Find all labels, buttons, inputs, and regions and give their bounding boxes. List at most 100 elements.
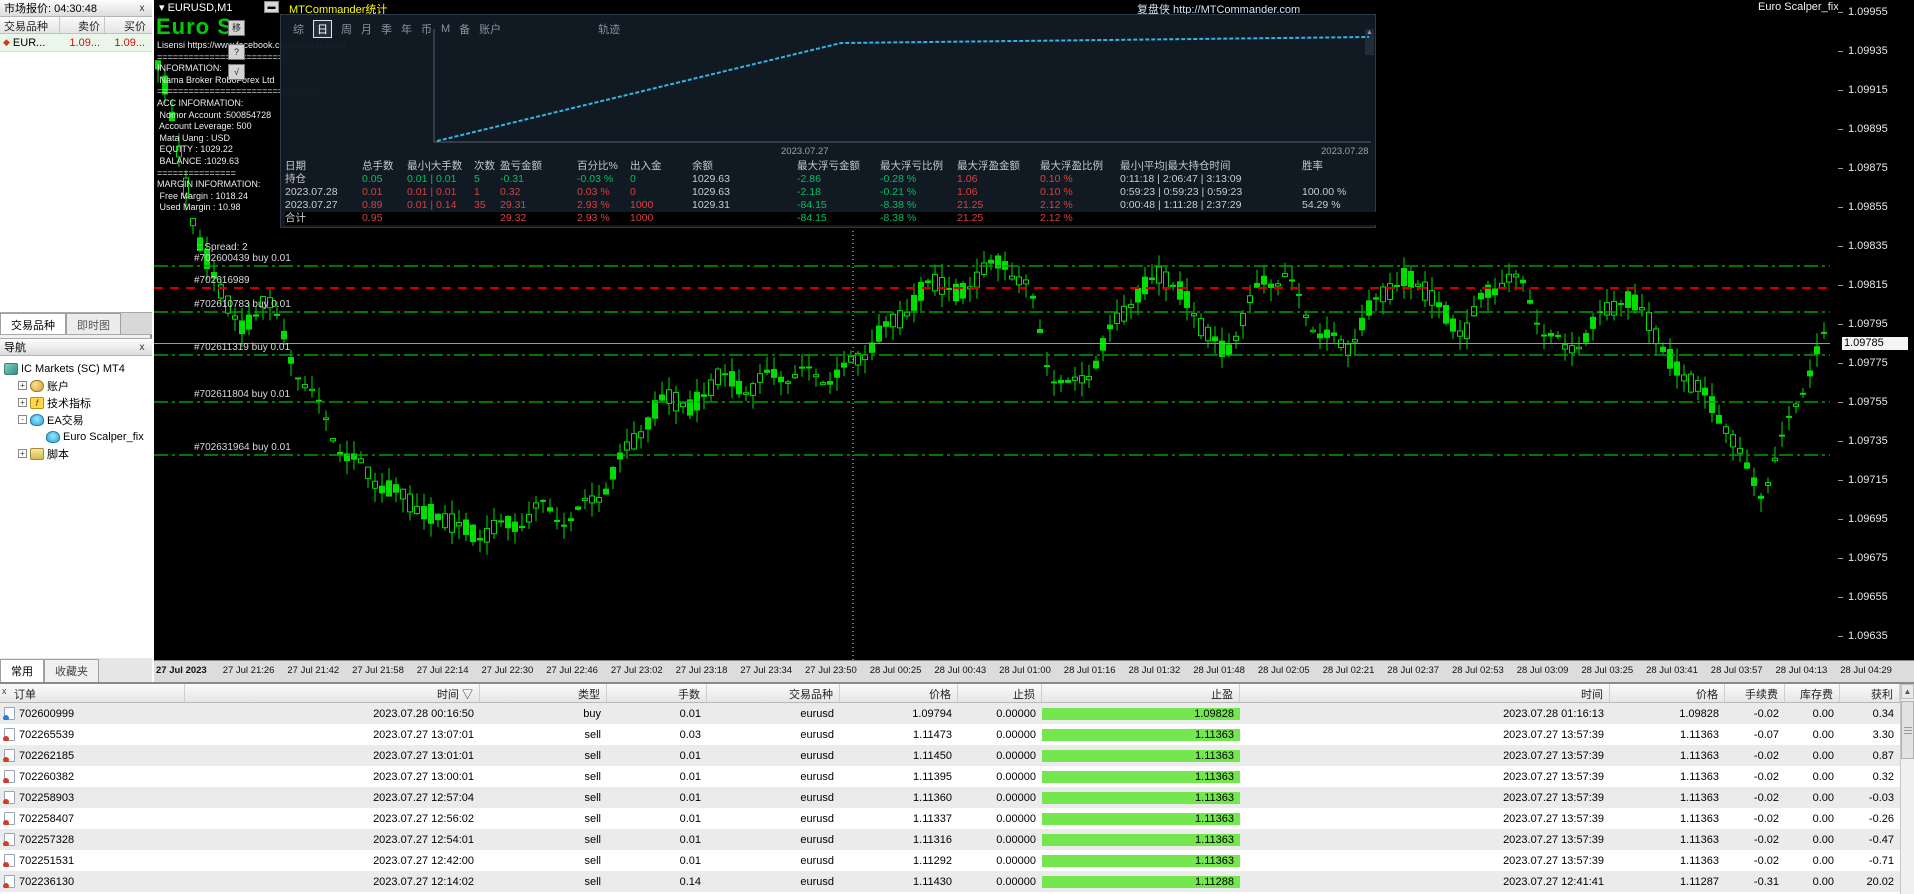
order-cell: 2023.07.27 12:41:41 [1503,875,1604,888]
order-cell: 0.34 [1872,707,1894,720]
order-cell: 1.09828 [1679,707,1719,720]
collapse-icon[interactable]: - [18,415,27,424]
stats-col-header: 最大浮亏金额 [797,160,860,172]
order-row[interactable]: 702258407 2023.07.27 12:56:02 sell 0.01 euru… [0,808,1900,829]
order-cell: 702262185 [0,749,185,762]
stats-cell: 1 [474,186,480,198]
order-row[interactable]: 702600999 2023.07.28 00:16:50 buy 0.01 eurus… [0,703,1900,724]
sell-order-icon [3,833,15,846]
orders-col-0[interactable]: 订单 [0,684,185,702]
nav-item-Euro Scalper_fix[interactable]: Euro Scalper_fix [4,428,152,445]
order-cell: 20.02 [1866,875,1894,888]
price-axis-label: 1.09915 [1848,84,1888,96]
stats-col-header: 出入金 [630,160,662,172]
orders-col-12[interactable]: 获利 [1840,684,1900,702]
stats-cell: 1.06 [957,173,978,185]
orders-col-7[interactable]: 止盈 [1042,684,1240,702]
stats-panel-button-help[interactable]: ? [228,44,245,60]
order-cell: 0.00 [1812,707,1834,720]
tab-symbols[interactable]: 交易品种 [0,313,66,334]
price-axis-label: 1.09755 [1848,396,1888,408]
order-row[interactable]: 702236130 2023.07.27 12:14:02 sell 0.14 euru… [0,871,1900,892]
order-cell: 0.00 [1812,749,1834,762]
order-cell: 0.00 [1812,728,1834,741]
order-row[interactable]: 702251531 2023.07.27 12:42:00 sell 0.01 euru… [0,850,1900,871]
time-axis-label: 28 Jul 01:32 [1128,665,1181,676]
spread-label: :: Spread: 2 [196,242,248,253]
col-bid[interactable]: 卖价 [60,17,105,33]
nav-item-IC Markets (SC) MT4[interactable]: IC Markets (SC) MT4 [4,360,152,377]
order-cell: eurusd [800,707,834,720]
orders-scrollbar[interactable]: ▲ [1900,684,1914,894]
expand-icon[interactable]: + [18,449,27,458]
orders-col-4[interactable]: 交易品种 [707,684,840,702]
stats-cell: -84.15 [797,199,827,211]
navigator-close-icon[interactable]: x [136,342,148,353]
nav-item-技术指标[interactable]: + f 技术指标 [4,394,152,411]
navigator-title: 导航 [4,342,26,354]
chart-symbol-dropdown[interactable]: ▾ EURUSD,M1 [159,1,232,14]
order-cell: 0.00 [1812,854,1834,867]
price-tick [1838,51,1843,52]
col-symbol[interactable]: 交易品种 [0,17,60,33]
navigator-titlebar: 导航 x [0,339,152,356]
orders-col-5[interactable]: 价格 [840,684,958,702]
nav-item-EA交易[interactable]: - EA交易 [4,411,152,428]
terminal-close-icon[interactable]: x [2,686,7,696]
order-cell: 1.11363 [1680,812,1719,825]
market-watch-close-icon[interactable]: x [136,3,148,14]
price-tick [1838,12,1843,13]
orders-col-8[interactable]: 时间 [1240,684,1610,702]
price-axis[interactable]: 1.09955 1.09935 1.09915 1.09895 1.09875 1.098… [1838,0,1914,660]
order-line-label: #702611319 buy 0.01 [194,342,291,353]
order-row[interactable]: 702265539 2023.07.27 13:07:01 sell 0.03 euru… [0,724,1900,745]
order-cell: 2023.07.27 13:07:01 [373,728,474,741]
order-cell: 0.01 [679,707,701,720]
orders-col-11[interactable]: 库存费 [1785,684,1840,702]
buy-order-icon [3,707,15,720]
order-row[interactable]: 702257328 2023.07.27 12:54:01 sell 0.01 euru… [0,829,1900,850]
orders-col-1[interactable]: 时间 ▽ [185,684,480,702]
order-row[interactable]: 702262185 2023.07.27 13:01:01 sell 0.01 euru… [0,745,1900,766]
tab-favorites[interactable]: 收藏夹 [44,659,99,682]
order-cell: sell [584,854,601,867]
order-cell: 1.11363 [1042,749,1240,762]
orders-col-9[interactable]: 价格 [1610,684,1725,702]
nav-item-脚本[interactable]: + 脚本 [4,445,152,462]
order-cell: 0.00 [1812,812,1834,825]
stats-panel-button-move[interactable]: 移 [228,20,245,36]
time-axis-label: 27 Jul 21:26 [222,665,275,676]
order-cell: eurusd [800,791,834,804]
market-watch-row[interactable]: ◆ EUR... 1.09... 1.09... [0,34,152,52]
tab-common[interactable]: 常用 [0,659,44,682]
order-cell: -0.02 [1753,749,1779,762]
order-row[interactable]: 702258903 2023.07.27 12:57:04 sell 0.01 euru… [0,787,1900,808]
stats-overlay-panel: 综日周月季年币 M 备账户 轨迹 ▲ 2023.07.27 2023.07.28 日期… [280,14,1378,228]
orders-col-10[interactable]: 手续费 [1725,684,1785,702]
stats-col-header: 最小|平均|最大持仓时间 [1120,160,1231,172]
sell-order-icon [3,875,15,888]
price-axis-label: 1.09735 [1848,435,1888,447]
tab-tick-chart[interactable]: 即时图 [66,313,121,334]
orders-col-3[interactable]: 手数 [607,684,707,702]
orders-table: 订单 时间 ▽ 类型 手数 交易品种 价格 止损 止盈 时间 价格 手续费 库存费 获利 70260099… [0,684,1900,892]
order-cell: sell [584,728,601,741]
scroll-up-icon[interactable]: ▲ [1901,684,1914,699]
stats-panel-button-check[interactable]: √ [228,64,245,80]
col-ask[interactable]: 买价 [105,17,150,33]
time-axis[interactable]: 27 Jul 2023 27 Jul 21:26 27 Jul 21:42 27 Ju… [154,660,1914,682]
expand-icon[interactable]: + [18,398,27,407]
expand-icon[interactable]: + [18,381,27,390]
orders-col-6[interactable]: 止损 [958,684,1042,702]
minimize-chart-button[interactable]: ▬ [264,1,279,13]
order-cell: -0.03 [1868,791,1894,804]
time-axis-label: 28 Jul 02:53 [1452,665,1504,676]
stats-cell [407,212,474,225]
orders-col-2[interactable]: 类型 [480,684,607,702]
time-axis-label: 27 Jul 23:50 [805,665,857,676]
time-axis-label: 28 Jul 02:21 [1322,665,1375,676]
order-row[interactable]: 702260382 2023.07.27 13:00:01 sell 0.01 euru… [0,766,1900,787]
scroll-thumb[interactable] [1901,701,1914,759]
stats-cell: 0.32 [500,186,521,198]
nav-item-账户[interactable]: + 账户 [4,377,152,394]
